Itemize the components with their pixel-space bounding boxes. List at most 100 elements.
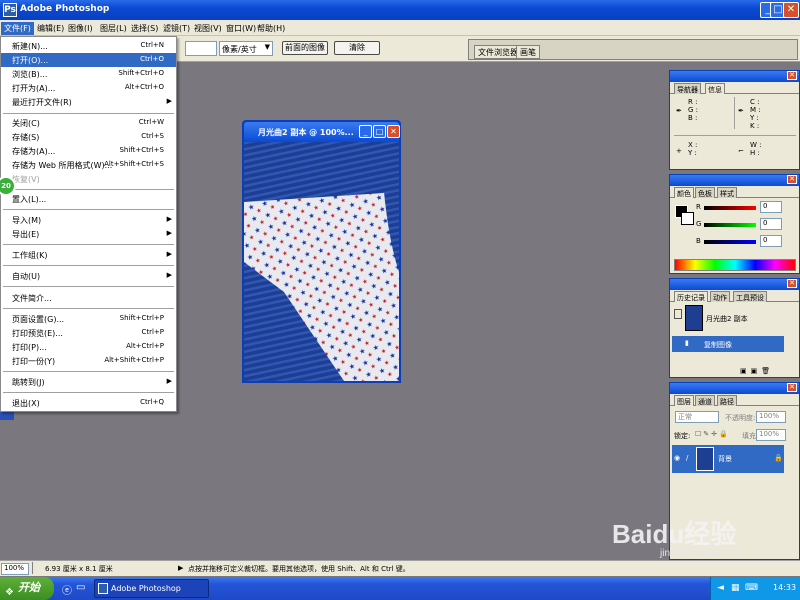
tab-swatches[interactable]: 色板 (695, 187, 715, 198)
info-wh: W : H : (750, 141, 762, 157)
history-brush-icon[interactable] (674, 309, 682, 319)
document-title-bar[interactable]: 月光曲2 副本 @ 100%... _ □ ✕ (244, 122, 400, 142)
menu-image[interactable]: 图像(I) (65, 22, 96, 35)
tab-tool-presets[interactable]: 工具预设 (733, 291, 767, 302)
palette-well-tab-file-browser[interactable]: 文件浏览器 (474, 45, 522, 59)
tab-layers[interactable]: 图层 (674, 395, 694, 406)
menu-item-browse[interactable]: 浏览(B)... Shift+Ctrl+O (1, 67, 176, 81)
lock-icons[interactable]: ☐✎✛🔒 (695, 430, 730, 438)
tab-navigator[interactable]: 导航器 (674, 83, 701, 94)
document-size[interactable]: 6.93 厘米 x 8.1 厘米 (45, 564, 113, 574)
menu-edit[interactable]: 编辑(E) (34, 22, 67, 35)
doc-close-button[interactable]: ✕ (387, 125, 400, 138)
menu-item-workgroup[interactable]: 工作组(K) ▶ (1, 248, 176, 262)
red-value-input[interactable]: 0 (760, 201, 782, 213)
menu-item-page-setup[interactable]: 页面设置(G)... Shift+Ctrl+P (1, 312, 176, 326)
menu-item-jump-to[interactable]: 跳转到(J) ▶ (1, 375, 176, 389)
green-value-input[interactable]: 0 (760, 218, 782, 230)
menu-item-automate[interactable]: 自动(U) ▶ (1, 269, 176, 283)
menu-item-import[interactable]: 导入(M) ▶ (1, 213, 176, 227)
quicklaunch-desktop-icon[interactable]: ▭ (76, 582, 85, 593)
palette-close-icon[interactable]: ✕ (787, 279, 797, 288)
menu-item-save-as[interactable]: 存储为(A)... Shift+Ctrl+S (1, 144, 176, 158)
menu-item-file-info[interactable]: 文件简介... (1, 291, 176, 305)
menu-item-save-for-web[interactable]: 存储为 Web 所用格式(W)... Alt+Shift+Ctrl+S (1, 158, 176, 172)
opacity-label: 不透明度: (725, 414, 756, 422)
menu-item-exit[interactable]: 退出(X) Ctrl+Q (1, 396, 176, 410)
resolution-input[interactable] (185, 41, 217, 56)
doc-maximize-button[interactable]: □ (373, 125, 386, 138)
tab-styles[interactable]: 样式 (717, 187, 737, 198)
palette-title-bar[interactable]: ✕ (670, 71, 799, 82)
volume-icon[interactable]: ◄ (717, 583, 724, 593)
menu-item-place[interactable]: 置入(L)... (1, 192, 176, 206)
tab-info[interactable]: 信息 (705, 83, 725, 94)
palette-close-icon[interactable]: ✕ (787, 175, 797, 184)
palette-close-icon[interactable]: ✕ (787, 383, 797, 392)
photoshop-app-icon[interactable]: Ps (3, 3, 17, 17)
network-icon[interactable]: ▦ (731, 583, 740, 593)
quicklaunch-ie-icon[interactable]: ⓔ (62, 582, 72, 597)
menu-item-recent-files[interactable]: 最近打开文件(R) ▶ (1, 95, 176, 109)
front-image-button[interactable]: 前面的图像 (282, 41, 328, 55)
background-color-swatch[interactable] (681, 212, 694, 225)
tab-color[interactable]: 颜色 (674, 187, 694, 198)
doc-minimize-button[interactable]: _ (359, 125, 372, 138)
lock-label: 锁定: (674, 432, 691, 440)
document-window[interactable]: 月光曲2 副本 @ 100%... _ □ ✕ ★ ★ (242, 120, 401, 383)
layer-thumbnail (696, 447, 714, 471)
lock-icon: 🔒 (774, 454, 783, 462)
menu-item-print-preview[interactable]: 打印预览(E)... Ctrl+P (1, 326, 176, 340)
palette-well-tab-brushes[interactable]: 画笔 (516, 45, 540, 59)
ime-icon[interactable]: ⌨ (745, 583, 758, 593)
menu-view[interactable]: 视图(V) (191, 22, 225, 35)
menu-item-close[interactable]: 关闭(C) Ctrl+W (1, 116, 176, 130)
palette-title-bar[interactable]: ✕ (670, 383, 799, 394)
eye-icon[interactable]: ◉ (674, 454, 680, 462)
status-hint: 点按并拖移可定义裁切框。要用其他选项，使用 Shift、Alt 和 Ctrl 键… (188, 565, 410, 573)
menu-separator (3, 209, 174, 210)
green-slider[interactable] (704, 223, 756, 227)
palette-title-bar[interactable]: ✕ (670, 175, 799, 186)
blue-slider[interactable] (704, 240, 756, 244)
menu-item-save[interactable]: 存储(S) Ctrl+S (1, 130, 176, 144)
zoom-input[interactable]: 100% (1, 563, 29, 575)
menu-select[interactable]: 选择(S) (128, 22, 161, 35)
menu-item-export[interactable]: 导出(E) ▶ (1, 227, 176, 241)
start-button[interactable]: ❖ 开始 (0, 577, 54, 600)
menu-item-open-as[interactable]: 打开为(A)... Alt+Ctrl+O (1, 81, 176, 95)
palette-title-bar[interactable]: ✕ (670, 279, 799, 290)
opacity-input[interactable]: 100% (756, 411, 786, 423)
menu-filter[interactable]: 滤镜(T) (160, 22, 193, 35)
clear-button[interactable]: 清除 (334, 41, 380, 55)
document-canvas-image[interactable]: ★ ★ (244, 142, 399, 381)
red-slider[interactable] (704, 206, 756, 210)
blue-value-input[interactable]: 0 (760, 235, 782, 247)
menu-file[interactable]: 文件(F) (1, 22, 34, 35)
palette-close-icon[interactable]: ✕ (787, 71, 797, 80)
tab-history[interactable]: 历史记录 (674, 291, 708, 302)
snapshot-thumbnail[interactable] (685, 305, 703, 331)
tab-paths[interactable]: 路径 (717, 395, 737, 406)
resolution-unit-select[interactable]: 像素/英寸 ▼ (219, 41, 273, 56)
color-ramp[interactable] (674, 259, 796, 271)
snapshot-label[interactable]: 月光曲2 副本 (706, 314, 748, 324)
tab-channels[interactable]: 通道 (695, 395, 715, 406)
menu-item-print[interactable]: 打印(P)... Alt+Ctrl+P (1, 340, 176, 354)
menu-layer[interactable]: 图层(L) (97, 22, 130, 35)
fill-input[interactable]: 100% (756, 429, 786, 441)
layer-row-background[interactable]: ◉ / 背景 🔒 (672, 445, 784, 473)
close-button[interactable]: ✕ (783, 2, 799, 18)
menu-item-new[interactable]: 新建(N)... Ctrl+N (1, 39, 176, 53)
tab-actions[interactable]: 动作 (710, 291, 730, 302)
history-step[interactable]: ▮ 复制图像 (672, 336, 784, 352)
menu-item-print-one-copy[interactable]: 打印一份(Y) Alt+Shift+Ctrl+P (1, 354, 176, 368)
blend-mode-select[interactable]: 正常 (675, 411, 719, 423)
clock[interactable]: 14:33 (773, 583, 796, 592)
taskbar-photoshop-button[interactable]: Adobe Photoshop (94, 579, 209, 598)
status-arrow-icon[interactable]: ▶ (178, 564, 183, 572)
menu-help[interactable]: 帮助(H) (254, 22, 288, 35)
history-actions-icons[interactable]: ▣▣🗑 (740, 367, 774, 375)
submenu-arrow-icon: ▶ (166, 229, 172, 237)
menu-item-open[interactable]: 打开(O)... Ctrl+O (1, 53, 176, 67)
